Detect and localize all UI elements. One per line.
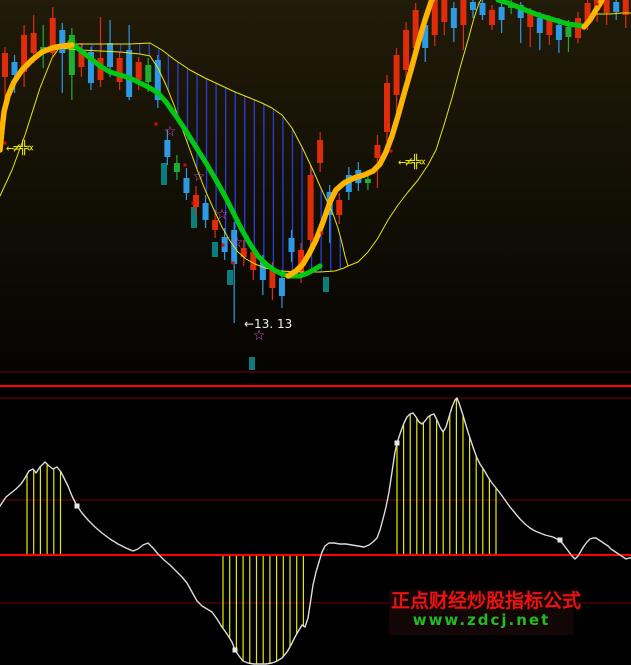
candle-body bbox=[107, 43, 113, 67]
star-marker: ☆ bbox=[231, 235, 244, 251]
teal-bar bbox=[227, 270, 233, 285]
star-marker: ☆ bbox=[253, 328, 266, 344]
signal-dot bbox=[232, 262, 235, 265]
candle-body bbox=[164, 140, 170, 157]
candle-body bbox=[565, 27, 571, 37]
signal-square bbox=[395, 441, 400, 446]
teal-bar bbox=[161, 163, 167, 185]
candle-body bbox=[365, 179, 371, 183]
candle-body bbox=[279, 278, 285, 296]
signal-dot bbox=[4, 142, 7, 145]
candle-body bbox=[31, 33, 37, 53]
signal-dot bbox=[596, 3, 599, 6]
candle-body bbox=[317, 140, 323, 163]
candle-body bbox=[384, 83, 390, 132]
candle-body bbox=[59, 30, 65, 53]
teal-bar bbox=[249, 357, 255, 370]
candle-body bbox=[136, 62, 142, 80]
signal-square bbox=[75, 504, 80, 509]
signal-dot bbox=[222, 244, 225, 247]
candle-body bbox=[480, 3, 486, 15]
teal-bar bbox=[323, 277, 329, 292]
star-marker: ☆ bbox=[164, 124, 177, 140]
candle-body bbox=[403, 30, 409, 70]
candle-body bbox=[394, 55, 400, 95]
chart-window: ☆☆☆☆☆ ←13. 13 ←≠╬∝ ←≠╬∝ 正点财经炒股指标公式 www.z… bbox=[0, 0, 631, 665]
signal-dot bbox=[155, 123, 158, 126]
candle-body bbox=[12, 62, 18, 75]
candle-body bbox=[374, 145, 380, 158]
star-marker: ☆ bbox=[193, 169, 206, 185]
signal-dot bbox=[321, 232, 324, 235]
candle-body bbox=[174, 163, 180, 172]
candle-body bbox=[117, 58, 123, 82]
candle-body bbox=[2, 53, 8, 77]
signal-square bbox=[558, 538, 563, 543]
signal-square bbox=[233, 648, 238, 653]
candle-body bbox=[289, 238, 295, 252]
candle-body bbox=[193, 195, 199, 207]
candle-body bbox=[470, 2, 476, 10]
candle-body bbox=[556, 25, 562, 40]
candle-body bbox=[441, 0, 447, 22]
signal-dot bbox=[192, 202, 195, 205]
candle-body bbox=[460, 0, 466, 25]
signal-dot bbox=[184, 164, 187, 167]
signal-dot bbox=[390, 150, 393, 153]
teal-bar bbox=[212, 242, 218, 257]
candle-body bbox=[546, 20, 552, 35]
candle-body bbox=[126, 50, 132, 97]
candle-body bbox=[537, 18, 543, 33]
oscillator-panel-bg bbox=[0, 372, 631, 665]
star-marker: ☆ bbox=[216, 207, 229, 223]
candle-body bbox=[308, 175, 314, 240]
stock-chart: ☆☆☆☆☆ bbox=[0, 0, 631, 665]
candle-body bbox=[499, 7, 505, 20]
candle-body bbox=[604, 0, 610, 13]
candle-body bbox=[451, 8, 457, 28]
price-panel-bg bbox=[0, 0, 631, 372]
candle-body bbox=[613, 2, 619, 12]
candle-body bbox=[336, 200, 342, 215]
candle-body bbox=[145, 65, 151, 82]
candle-body bbox=[489, 10, 495, 25]
candle-body bbox=[183, 178, 189, 193]
candle-body bbox=[203, 203, 209, 220]
